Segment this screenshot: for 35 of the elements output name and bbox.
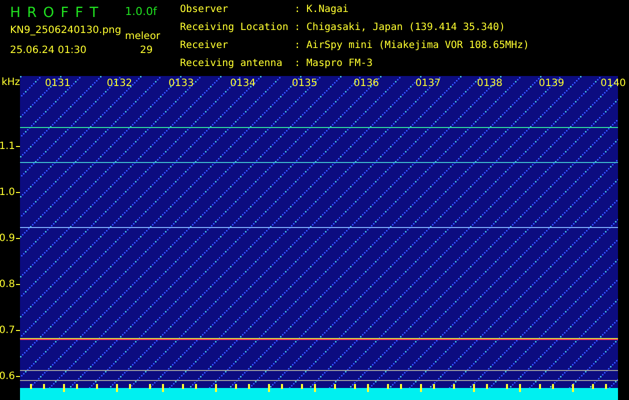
info-label: Receiver	[180, 40, 230, 53]
count-label: 29	[139, 44, 154, 58]
time-label: 0132	[106, 78, 132, 90]
axis-label: 1.0	[0, 186, 15, 198]
time-label: 0138	[477, 78, 502, 90]
info-separator: :	[294, 58, 300, 71]
time-label: 0131	[45, 78, 70, 90]
info-value: K.Nagai	[306, 4, 350, 17]
info-separator: :	[294, 4, 300, 17]
time-label: 0136	[354, 78, 380, 90]
axis-label: 0.9	[0, 233, 15, 244]
time-label: 0134	[230, 78, 256, 90]
axis-unit: kHz	[1, 76, 20, 90]
info-value: AirSpy mini (Miakejima VOR 108.65MHz)	[306, 40, 530, 53]
info-value: Maspro FM-3	[306, 58, 374, 71]
time-label: 0133	[168, 78, 194, 90]
app-title: H R O F F T	[10, 4, 100, 22]
info-separator: :	[294, 22, 300, 35]
axis-label: 1.1	[0, 140, 15, 152]
info-label: Receiving Location	[180, 22, 288, 35]
time-label: 0140	[600, 78, 626, 90]
version-label: 1.0.0f	[125, 4, 158, 20]
time-label: 0135	[292, 78, 318, 90]
time-label: 0137	[415, 78, 441, 90]
axis-label: 0.8	[0, 279, 15, 290]
info-label: Observer	[180, 4, 230, 17]
info-value: Chigasaki, Japan (139.414 35.340)	[306, 22, 506, 35]
time-label: 0139	[538, 78, 564, 90]
axis-label: 0.6	[0, 371, 15, 382]
axis-label: 0.7	[0, 325, 15, 336]
mode-label: meleor	[125, 30, 162, 40]
info-label: Receiving antenna	[180, 58, 284, 71]
timestamp-label: 25.06.24 01:30	[10, 44, 88, 58]
info-separator: :	[294, 40, 300, 53]
filename-label: KN9_2506240130.png	[10, 24, 122, 38]
